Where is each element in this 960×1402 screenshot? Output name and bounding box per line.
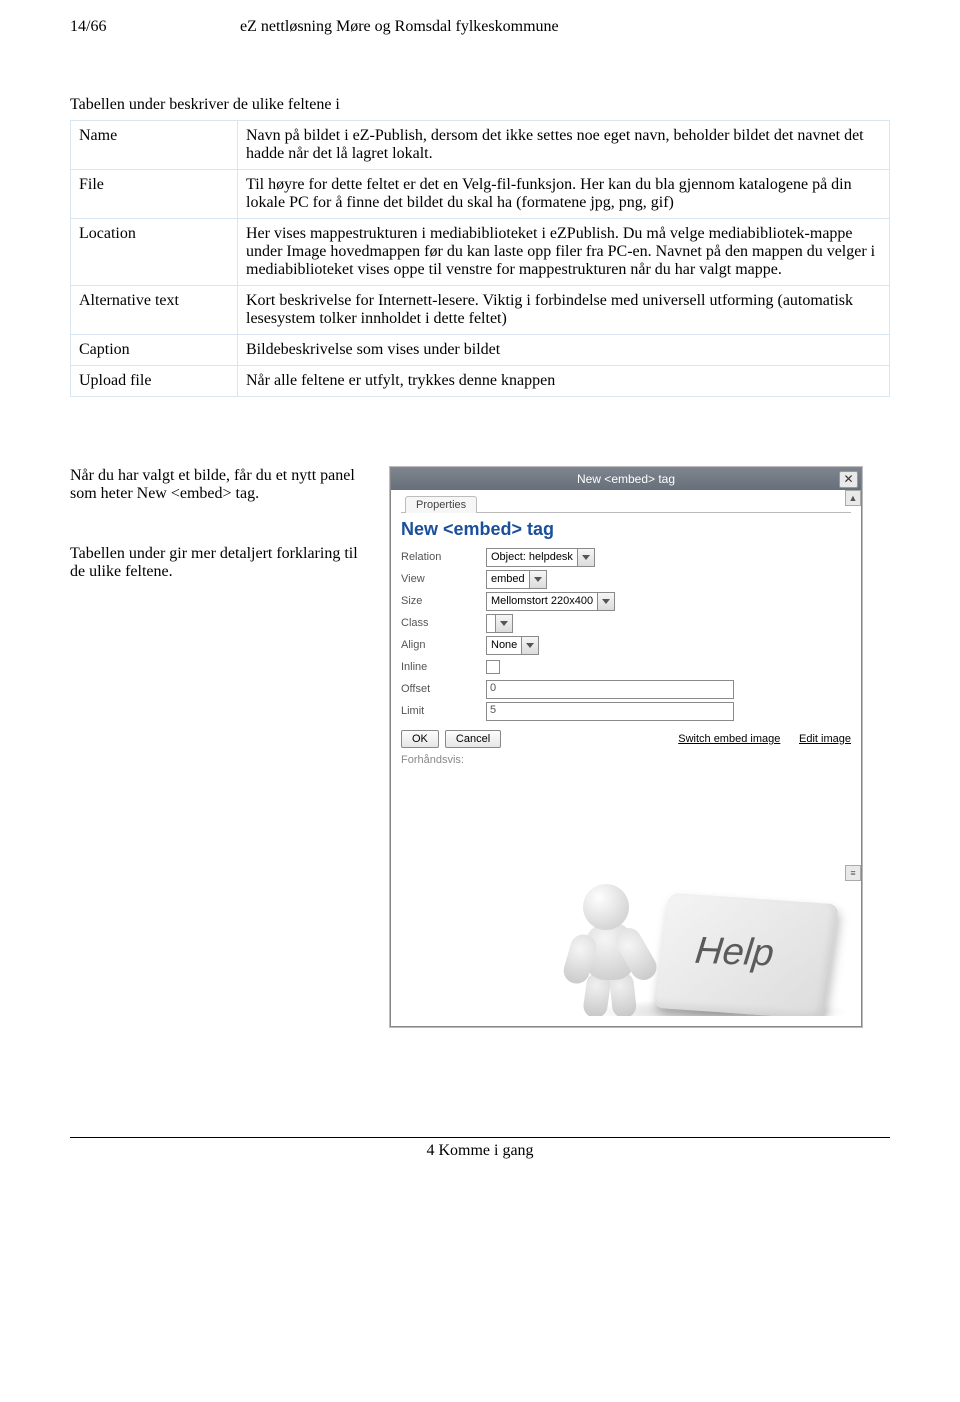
field-desc: Navn på bildet i eZ-Publish, dersom det …: [238, 121, 890, 170]
label-relation: Relation: [401, 551, 486, 563]
help-keycap: Help: [653, 893, 839, 1016]
table-row: Upload file Når alle feltene er utfylt, …: [71, 366, 890, 397]
row-size: Size Mellomstort 220x400: [401, 590, 851, 612]
chevron-down-icon: [577, 549, 594, 566]
dialog-body: ▲ Properties New <embed> tag Relation Ob…: [391, 490, 861, 1026]
two-column-section: Når du har valgt et bilde, får du et nyt…: [70, 467, 890, 1027]
row-relation: Relation Object: helpdesk: [401, 546, 851, 568]
figure-person: [563, 880, 673, 1016]
row-inline: Inline: [401, 656, 851, 678]
document-title: eZ nettløsning Møre og Romsdal fylkeskom…: [240, 18, 890, 36]
close-icon[interactable]: ✕: [839, 471, 858, 488]
field-desc: Kort beskrivelse for Internett-lesere. V…: [238, 286, 890, 335]
chevron-down-icon: [521, 637, 538, 654]
select-relation[interactable]: Object: helpdesk: [486, 548, 595, 567]
table-row: Alternative text Kort beskrivelse for In…: [71, 286, 890, 335]
intro-text: Tabellen under beskriver de ulike felten…: [70, 96, 890, 114]
field-label: Name: [71, 121, 238, 170]
label-size: Size: [401, 595, 486, 607]
label-limit: Limit: [401, 705, 486, 717]
checkbox-inline[interactable]: [486, 660, 500, 674]
input-offset[interactable]: 0: [486, 680, 734, 699]
row-align: Align None: [401, 634, 851, 656]
page-header: 14/66 eZ nettløsning Møre og Romsdal fyl…: [70, 18, 890, 36]
page-indicator: 14/66: [70, 18, 240, 36]
tab-properties[interactable]: Properties: [405, 496, 477, 513]
label-offset: Offset: [401, 683, 486, 695]
field-label: Alternative text: [71, 286, 238, 335]
field-label: Location: [71, 219, 238, 286]
field-label: Caption: [71, 335, 238, 366]
preview-label: Forhåndsvis:: [401, 754, 851, 766]
explanation-column: Når du har valgt et bilde, får du et nyt…: [70, 467, 360, 1027]
field-label: File: [71, 170, 238, 219]
ok-button[interactable]: OK: [401, 730, 439, 748]
dialog-heading: New <embed> tag: [401, 519, 851, 540]
label-inline: Inline: [401, 661, 486, 673]
select-view[interactable]: embed: [486, 570, 547, 589]
help-text: Help: [693, 930, 776, 975]
row-view: View embed: [401, 568, 851, 590]
dialog-title: New <embed> tag: [577, 472, 675, 486]
label-view: View: [401, 573, 486, 585]
row-limit: Limit 5: [401, 700, 851, 722]
switch-embed-link[interactable]: Switch embed image: [678, 733, 780, 745]
fields-table: Name Navn på bildet i eZ-Publish, dersom…: [70, 120, 890, 397]
paragraph: Når du har valgt et bilde, får du et nyt…: [70, 467, 360, 503]
scroll-up-icon[interactable]: ▲: [845, 490, 861, 506]
label-align: Align: [401, 639, 486, 651]
document-page: 14/66 eZ nettløsning Møre og Romsdal fyl…: [0, 0, 960, 1190]
dialog-button-row: OK Cancel Switch embed image Edit image: [401, 730, 851, 748]
page-footer: 4 Komme i gang: [70, 1137, 890, 1160]
cancel-button[interactable]: Cancel: [445, 730, 501, 748]
help-illustration: Help: [661, 898, 831, 1014]
table-row: Location Her vises mappestrukturen i med…: [71, 219, 890, 286]
field-label: Upload file: [71, 366, 238, 397]
embed-dialog: New <embed> tag ✕ ▲ Properties New <embe…: [390, 467, 862, 1027]
row-class: Class: [401, 612, 851, 634]
chevron-down-icon: [597, 593, 614, 610]
field-desc: Her vises mappestrukturen i mediabibliot…: [238, 219, 890, 286]
table-row: Caption Bildebeskrivelse som vises under…: [71, 335, 890, 366]
paragraph: Tabellen under gir mer detaljert forklar…: [70, 545, 360, 581]
row-offset: Offset 0: [401, 678, 851, 700]
dialog-titlebar: New <embed> tag ✕: [391, 468, 861, 490]
select-class[interactable]: [486, 614, 513, 633]
label-class: Class: [401, 617, 486, 629]
chevron-down-icon: [495, 615, 512, 632]
field-desc: Bildebeskrivelse som vises under bildet: [238, 335, 890, 366]
input-limit[interactable]: 5: [486, 702, 734, 721]
field-desc: Når alle feltene er utfylt, trykkes denn…: [238, 366, 890, 397]
select-size[interactable]: Mellomstort 220x400: [486, 592, 615, 611]
chevron-down-icon: [529, 571, 546, 588]
table-row: Name Navn på bildet i eZ-Publish, dersom…: [71, 121, 890, 170]
select-align[interactable]: None: [486, 636, 539, 655]
edit-image-link[interactable]: Edit image: [799, 733, 851, 745]
preview-area: Help: [401, 766, 851, 1016]
table-row: File Til høyre for dette feltet er det e…: [71, 170, 890, 219]
field-desc: Til høyre for dette feltet er det en Vel…: [238, 170, 890, 219]
